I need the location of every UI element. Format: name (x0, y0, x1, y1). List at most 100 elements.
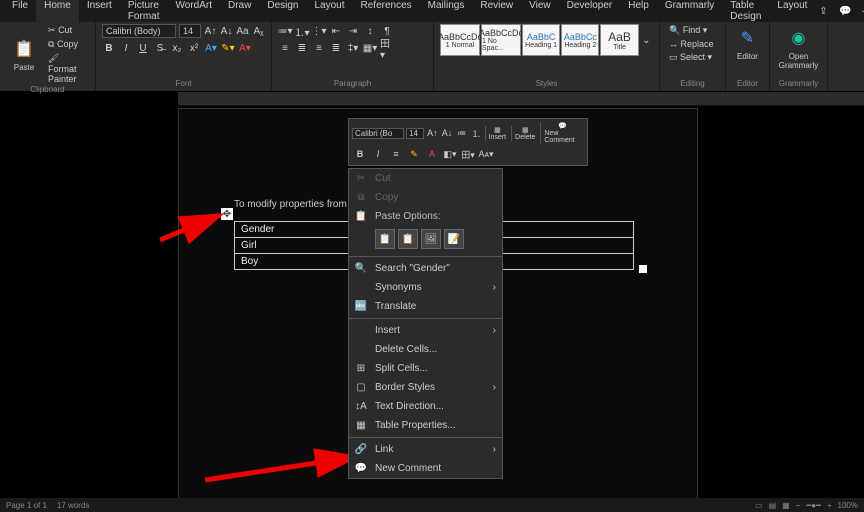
view-web-icon[interactable]: ▦ (782, 501, 790, 510)
clear-format-icon[interactable]: Aᵪ (252, 24, 265, 38)
align-right-icon[interactable]: ≡ (312, 41, 326, 55)
ctx-synonyms[interactable]: Synonyms (349, 278, 502, 297)
style-normal[interactable]: AaBbCcDc1 Normal (440, 24, 480, 56)
mini-highlight-icon[interactable]: ✎ (406, 146, 422, 162)
comments-icon[interactable]: 💬 (837, 6, 853, 17)
paste-button[interactable]: 📋 Paste (6, 35, 42, 74)
ruler[interactable] (178, 92, 864, 106)
bold-icon[interactable]: B (102, 41, 116, 55)
superscript-icon[interactable]: x² (187, 41, 201, 55)
change-case-icon[interactable]: Aa (236, 24, 249, 38)
minimize-icon[interactable]: — (859, 6, 864, 17)
mini-border-icon[interactable]: 田▾ (460, 146, 476, 162)
table-resize-handle[interactable] (639, 265, 647, 273)
ctx-paste-header: 📋Paste Options: (349, 207, 502, 226)
paste-keep-source[interactable]: 📋 (375, 229, 395, 249)
indent-dec-icon[interactable]: ⇤ (329, 24, 343, 38)
select-button[interactable]: ▭ Select ▾ (666, 51, 719, 64)
strike-icon[interactable]: S̶ (153, 41, 167, 55)
ctx-text-direction[interactable]: ↕AText Direction... (349, 397, 502, 416)
zoom-in-icon[interactable]: + (827, 501, 832, 510)
mini-bullets-icon[interactable]: ≔ (455, 125, 468, 141)
style-nospacing[interactable]: AaBbCcDc1 No Spac... (481, 24, 521, 56)
grow-font-icon[interactable]: A↑ (204, 24, 217, 38)
mini-bold-icon[interactable]: B (352, 146, 368, 162)
mini-font-size[interactable] (406, 128, 424, 139)
styles-more-icon[interactable]: ⌄ (640, 33, 653, 47)
mini-grow-icon[interactable]: A↑ (426, 125, 439, 141)
font-name-select[interactable] (102, 24, 176, 38)
editor-button[interactable]: ✎ Editor (732, 24, 763, 63)
cut-button[interactable]: ✂ Cut (45, 24, 89, 37)
shading-icon[interactable]: ▦▾ (363, 41, 377, 55)
view-read-icon[interactable]: ▭ (755, 501, 763, 510)
find-button[interactable]: 🔍 Find ▾ (666, 24, 719, 37)
mini-align-icon[interactable]: ≡ (388, 146, 404, 162)
mini-shrink-icon[interactable]: A↓ (441, 125, 454, 141)
ctx-table-properties[interactable]: ▦Table Properties... (349, 416, 502, 435)
indent-inc-icon[interactable]: ⇥ (346, 24, 360, 38)
ctx-translate[interactable]: 🔤Translate (349, 297, 502, 316)
copy-icon: ⧉ (354, 192, 368, 203)
style-heading1[interactable]: AaBbCHeading 1 (522, 24, 560, 56)
ctx-border-styles[interactable]: ▢Border Styles (349, 378, 502, 397)
zoom-level[interactable]: 100% (838, 501, 858, 510)
italic-icon[interactable]: I (119, 41, 133, 55)
font-size-select[interactable] (179, 24, 201, 38)
ctx-split-cells[interactable]: ⊞Split Cells... (349, 359, 502, 378)
paste-text-only[interactable]: 📝 (444, 229, 464, 249)
grammarly-button[interactable]: ◉ Open Grammarly (776, 24, 821, 72)
cell-boy[interactable]: Boy (235, 254, 355, 270)
replace-button[interactable]: ↔ Replace (666, 38, 719, 50)
justify-icon[interactable]: ≣ (329, 41, 343, 55)
cell-header-gender[interactable]: Gender (235, 222, 355, 238)
bullets-icon[interactable]: ≔▾ (278, 24, 292, 38)
mini-styles-icon[interactable]: Aᴀ▾ (478, 146, 494, 162)
cell-girl[interactable]: Girl (235, 238, 355, 254)
line-spacing-icon[interactable]: ‡▾ (346, 41, 360, 55)
mini-italic-icon[interactable]: I (370, 146, 386, 162)
view-print-icon[interactable]: ▤ (769, 501, 777, 510)
ctx-link[interactable]: 🔗Link (349, 440, 502, 459)
subscript-icon[interactable]: x₂ (170, 41, 184, 55)
style-title[interactable]: AaBTitle (600, 24, 638, 56)
mini-delete-button[interactable]: ▦Delete (511, 126, 538, 141)
ctx-delete-cells[interactable]: Delete Cells... (349, 340, 502, 359)
font-color-icon[interactable]: A▾ (238, 41, 252, 55)
sort-icon[interactable]: ↕ (363, 24, 377, 38)
shrink-font-icon[interactable]: A↓ (220, 24, 233, 38)
zoom-slider[interactable]: ━●━ (806, 501, 820, 510)
mini-fontcolor-icon[interactable]: A (424, 146, 440, 162)
multilevel-icon[interactable]: ⋮▾ (312, 24, 326, 38)
text-effects-icon[interactable]: A▾ (204, 41, 218, 55)
mini-insert-button[interactable]: ▦Insert (485, 126, 510, 141)
paste-picture[interactable]: 🖼 (421, 229, 441, 249)
copy-button[interactable]: ⧉ Copy (45, 38, 89, 51)
align-left-icon[interactable]: ≡ (278, 41, 292, 55)
zoom-out-icon[interactable]: − (796, 501, 801, 510)
ctx-search[interactable]: 🔍Search "Gender" (349, 259, 502, 278)
status-page[interactable]: Page 1 of 1 (6, 501, 47, 510)
align-center-icon[interactable]: ≣ (295, 41, 309, 55)
highlight-icon[interactable]: ✎▾ (221, 41, 235, 55)
borders-icon[interactable]: 田▾ (380, 41, 394, 55)
mini-font-name[interactable] (352, 128, 404, 139)
delete-table-icon: ▦ (522, 126, 529, 134)
underline-icon[interactable]: U (136, 41, 150, 55)
style-heading2[interactable]: AaBbCcHeading 2 (561, 24, 599, 56)
share-icon[interactable]: ⇪ (815, 6, 831, 17)
status-words[interactable]: 17 words (57, 501, 89, 510)
mini-comment-button[interactable]: 💬New Comment (540, 122, 584, 144)
annotation-arrow-1 (0, 125, 230, 245)
paste-merge[interactable]: 📋 (398, 229, 418, 249)
group-font: Font (102, 79, 265, 89)
ctx-new-comment[interactable]: 💬New Comment (349, 459, 502, 478)
ctx-insert[interactable]: Insert (349, 321, 502, 340)
numbering-icon[interactable]: ⒈▾ (295, 24, 309, 38)
mini-shading-icon[interactable]: ◧▾ (442, 146, 458, 162)
ctx-cut: ✂Cut (349, 169, 502, 188)
link-icon: 🔗 (354, 444, 368, 455)
format-painter-button[interactable]: 🖌 Format Painter (45, 52, 89, 85)
find-icon: 🔍 (669, 25, 680, 35)
mini-numbering-icon[interactable]: ⒈ (470, 125, 483, 141)
